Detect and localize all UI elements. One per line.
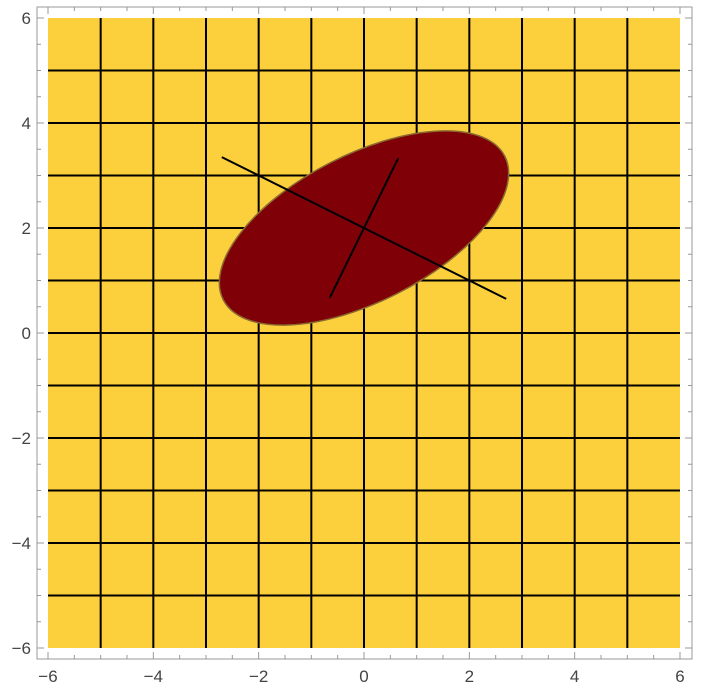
- x-tick-label: −2: [249, 667, 268, 686]
- y-tick-label: −6: [12, 639, 31, 658]
- y-tick-label: −2: [12, 429, 31, 448]
- x-tick-label: −6: [38, 667, 57, 686]
- chart: −6 −4 −2 0 2 4 6 −6 −4 −2 0 2 4 6: [0, 0, 702, 690]
- x-tick-label: 2: [465, 667, 474, 686]
- y-tick-label: 6: [22, 9, 31, 28]
- y-tick-label: 2: [22, 219, 31, 238]
- y-tick-label: −4: [12, 534, 31, 553]
- x-tick-label: 6: [675, 667, 684, 686]
- x-tick-label: −4: [144, 667, 163, 686]
- ellipse-plot: −6 −4 −2 0 2 4 6 −6 −4 −2 0 2 4 6: [12, 6, 693, 686]
- x-tick-label: 0: [359, 667, 368, 686]
- x-tick-label: 4: [570, 667, 579, 686]
- y-tick-label: 0: [22, 324, 31, 343]
- y-tick-label: 4: [22, 114, 31, 133]
